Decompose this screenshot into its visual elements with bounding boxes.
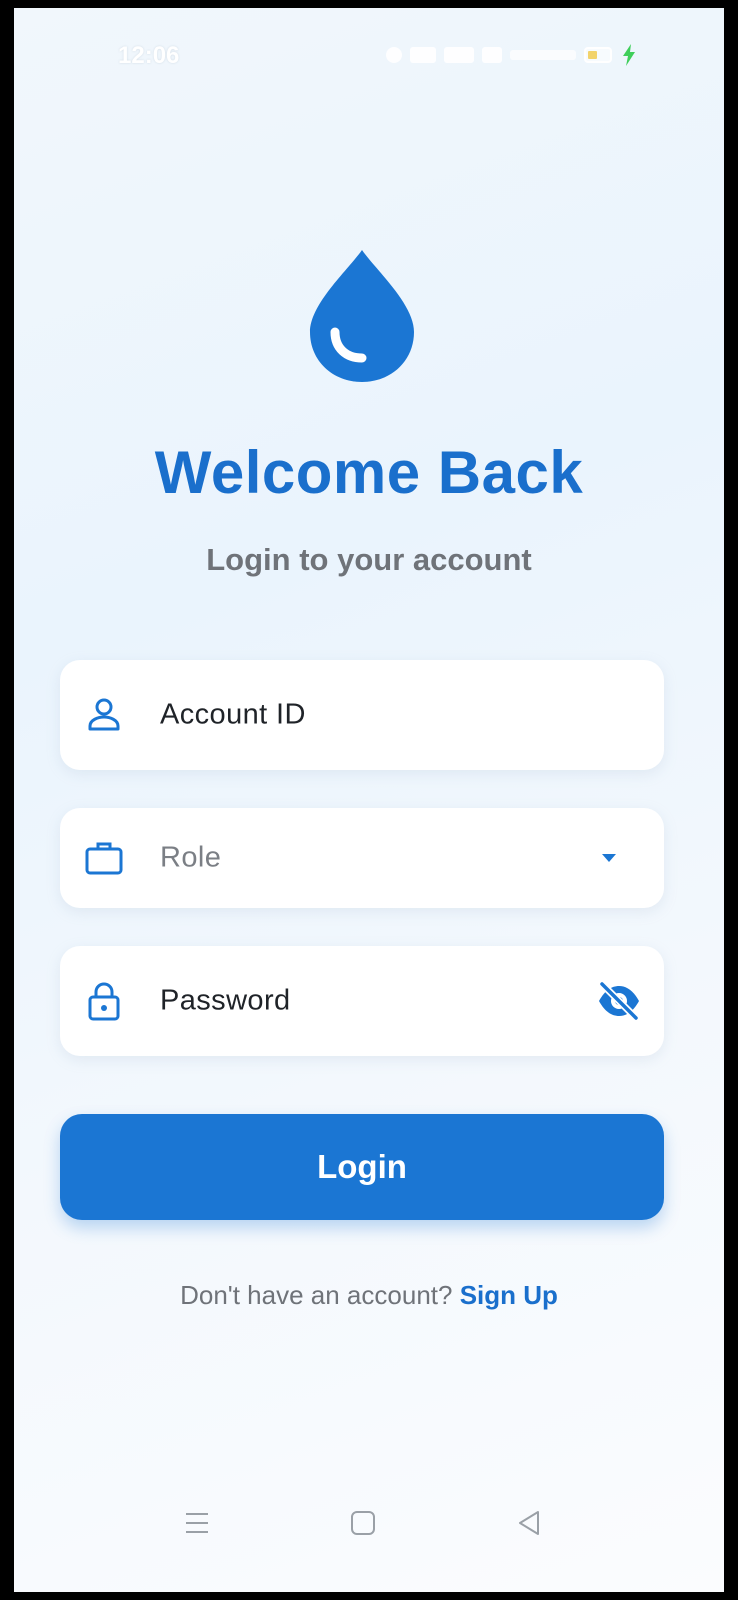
wifi-icon — [444, 47, 474, 63]
password-field[interactable]: Password — [60, 946, 664, 1056]
system-nav-bar — [14, 1498, 724, 1558]
back-triangle-icon[interactable] — [514, 1508, 544, 1538]
page-title: Welcome Back — [154, 439, 584, 506]
home-square-icon[interactable] — [348, 1508, 378, 1538]
login-button[interactable]: Login — [60, 1114, 664, 1220]
person-icon — [88, 698, 120, 731]
battery-icon — [584, 47, 612, 63]
charging-icon — [623, 44, 635, 66]
alarm-icon — [386, 47, 402, 63]
water-drop-logo-icon — [310, 250, 414, 382]
password-label: Password — [160, 984, 291, 1017]
signup-prompt: Don't have an account? — [180, 1280, 453, 1310]
role-placeholder: Role — [160, 841, 222, 874]
signup-row: Don't have an account? Sign Up — [14, 1280, 724, 1311]
status-time: 12:06 — [118, 42, 180, 69]
menu-icon[interactable] — [182, 1508, 212, 1538]
network-speed-icon — [510, 50, 576, 60]
account-id-field[interactable]: Account ID — [60, 660, 664, 770]
lock-icon — [88, 982, 120, 1021]
signal-icon — [410, 47, 436, 63]
briefcase-icon — [85, 842, 123, 875]
status-bar: 12:06 — [14, 8, 724, 104]
signal-strength-icon — [482, 47, 502, 63]
status-icons — [386, 44, 636, 66]
page-subtitle: Login to your account — [206, 542, 532, 577]
login-screen: 12:06 Welcome Back Login to your account… — [14, 8, 724, 1592]
eye-off-icon[interactable] — [596, 981, 642, 1021]
dropdown-arrow-icon[interactable] — [600, 852, 618, 864]
signup-link[interactable]: Sign Up — [460, 1280, 558, 1310]
account-id-label: Account ID — [160, 698, 306, 731]
role-select[interactable]: Role — [60, 808, 664, 908]
